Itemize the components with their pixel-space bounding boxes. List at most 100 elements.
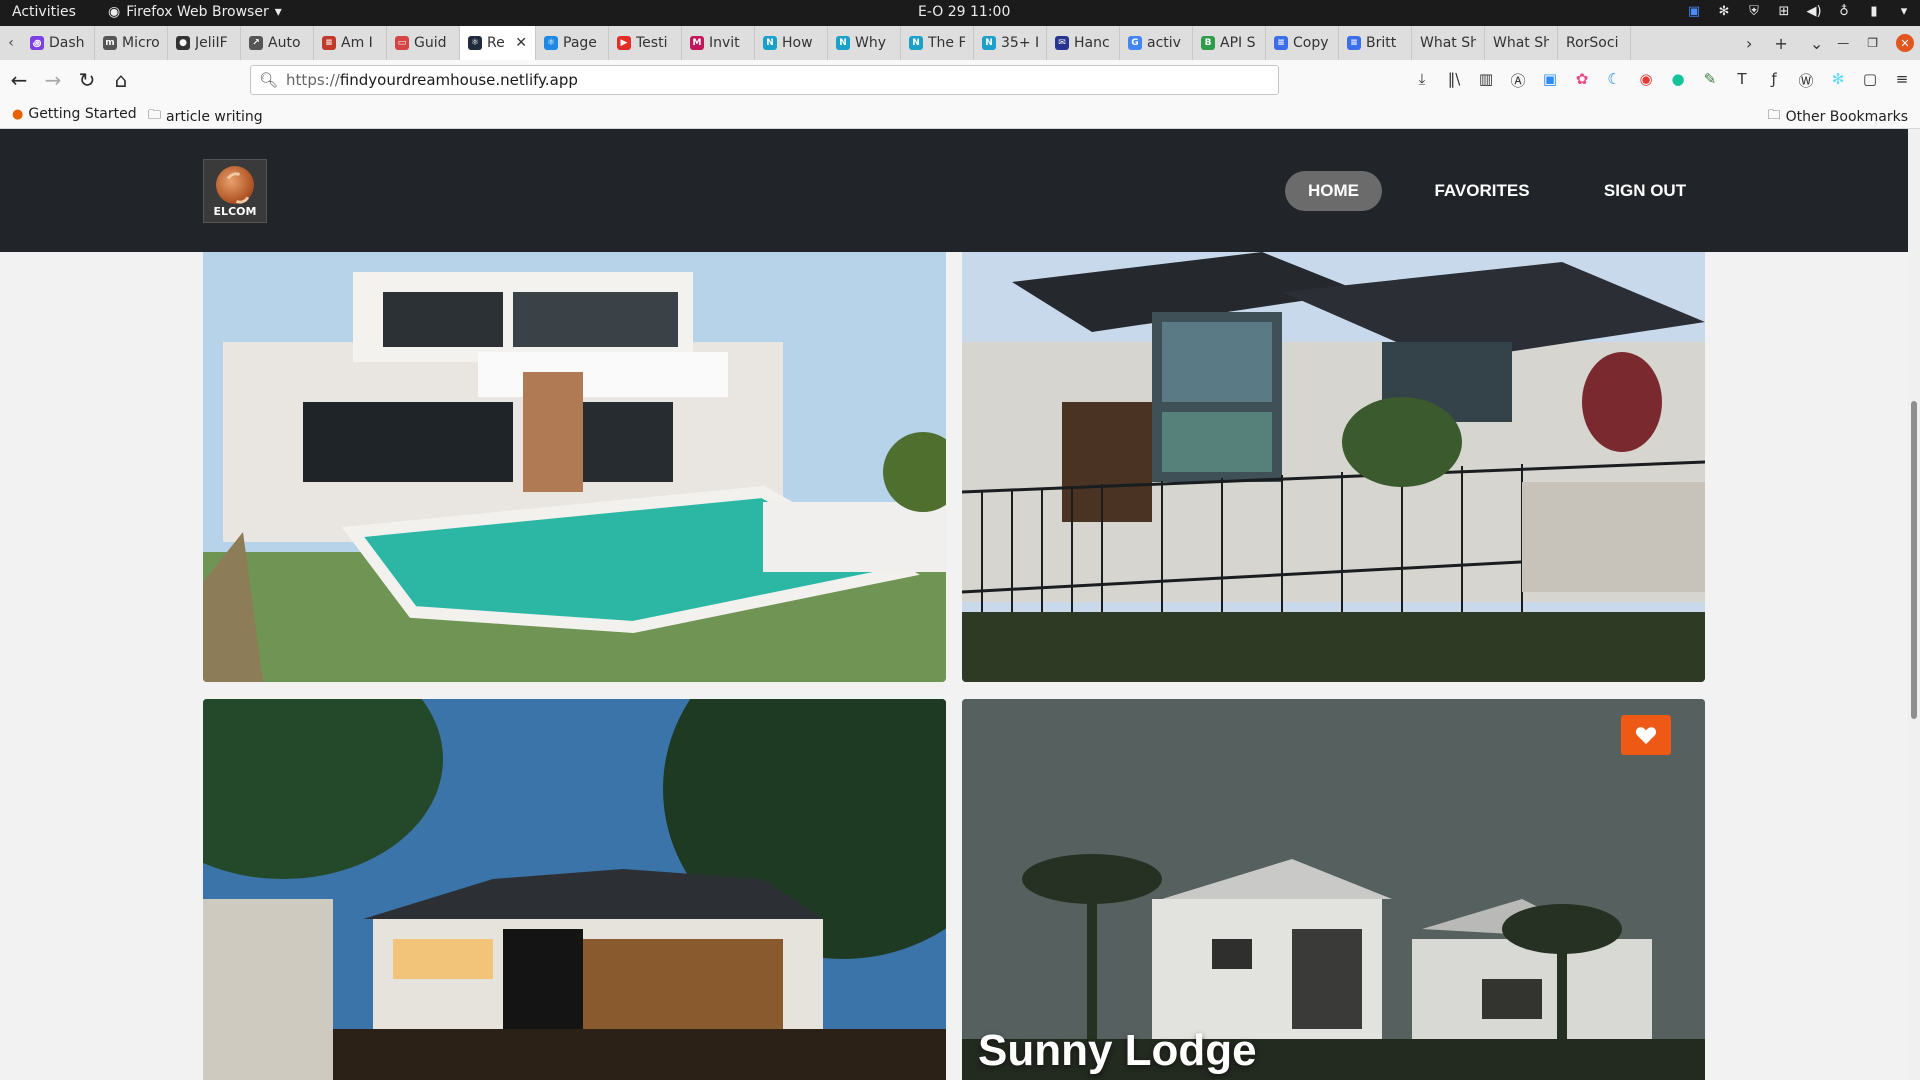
system-clock[interactable]: E-O 29 11:00 xyxy=(918,4,1010,20)
window-close-button[interactable]: ✕ xyxy=(1896,34,1914,52)
browser-tab[interactable]: What Sh xyxy=(1485,26,1558,60)
tab-favicon-icon: ꩜ xyxy=(30,36,44,50)
clipboard-extension-icon[interactable]: ▢ xyxy=(1860,70,1880,91)
zoom-extension-icon[interactable]: ▣ xyxy=(1540,70,1560,91)
tab-title: Invit xyxy=(709,35,740,51)
site-logo[interactable]: ELCOM xyxy=(203,159,267,223)
tab-title: Hanc xyxy=(1074,35,1110,51)
house-card[interactable]: Sunny Lodge xyxy=(962,699,1705,1080)
scrollbar-thumb[interactable] xyxy=(1911,401,1917,719)
tab-favicon-icon: ↗ xyxy=(249,36,263,50)
house-card[interactable] xyxy=(203,252,946,682)
browser-tab[interactable]: N How xyxy=(755,26,828,60)
library-icon[interactable]: ‖\ xyxy=(1444,70,1464,91)
forward-button[interactable]: → xyxy=(38,65,68,95)
wordpress-extension-icon[interactable]: Ⓦ xyxy=(1796,70,1816,91)
bookmark-getting-started[interactable]: ● Getting Started xyxy=(12,106,137,122)
card-title: Sunny Lodge xyxy=(978,1026,1257,1075)
browser-tab[interactable]: ▶ Testi xyxy=(609,26,682,60)
other-bookmarks[interactable]: 🗀 Other Bookmarks xyxy=(1768,106,1908,128)
restore-button[interactable]: ❐ xyxy=(1867,36,1878,50)
formula-extension-icon[interactable]: ƒ xyxy=(1764,70,1784,91)
browser-tab[interactable]: ✉ Hanc xyxy=(1047,26,1120,60)
tab-title: Re xyxy=(487,35,505,51)
back-button[interactable]: ← xyxy=(4,65,34,95)
shield-tray-icon[interactable]: ⛨ xyxy=(1746,4,1762,19)
navigation-toolbar: ← → ↻ ⌂ 🔍︎ https://findyourdreamhouse.ne… xyxy=(0,60,1920,100)
browser-tab[interactable]: ↗ Auto xyxy=(241,26,314,60)
tab-scroll-left-button[interactable]: ‹ xyxy=(0,35,22,51)
tab-favicon-icon: N xyxy=(909,36,923,50)
microphone-icon[interactable]: ♁ xyxy=(1836,4,1852,19)
app-menu[interactable]: ◉ Firefox Web Browser ▾ xyxy=(108,4,282,20)
bookmarks-toolbar: ● Getting Started 🗀 article writing 🗀 Ot… xyxy=(0,100,1920,129)
house-card[interactable] xyxy=(203,699,946,1080)
color-picker-extension-icon[interactable]: ✿ xyxy=(1572,70,1592,91)
download-icon[interactable]: ⤓ xyxy=(1412,70,1432,91)
browser-tab[interactable]: N The F xyxy=(901,26,974,60)
favorite-button[interactable] xyxy=(1621,715,1671,755)
tab-title: Guid xyxy=(414,35,447,51)
menu-icon[interactable]: ≡ xyxy=(1892,70,1912,91)
browser-tab[interactable]: RorSoci xyxy=(1558,26,1631,60)
page-scrollbar[interactable] xyxy=(1908,129,1920,1080)
nav-favorites-link[interactable]: FAVORITES xyxy=(1428,171,1536,211)
browser-tab[interactable]: ≡ Copy xyxy=(1266,26,1339,60)
new-tab-button[interactable]: + xyxy=(1774,34,1787,53)
search-icon: 🔍︎ xyxy=(259,71,279,89)
zoom-tray-icon[interactable]: ▣ xyxy=(1686,4,1702,19)
folder-icon: 🗀 xyxy=(1767,108,1781,123)
extension-c-icon[interactable]: ☾ xyxy=(1604,70,1624,91)
bookmark-article-writing[interactable]: 🗀 article writing xyxy=(148,106,263,128)
system-menu-icon[interactable]: ▾ xyxy=(1896,4,1912,19)
tab-title: Testi xyxy=(636,35,668,51)
tab-favicon-icon: ⚛ xyxy=(544,36,558,50)
heart-icon xyxy=(1635,727,1657,745)
url-bar[interactable]: 🔍︎ https://findyourdreamhouse.netlify.ap… xyxy=(250,65,1279,95)
home-button[interactable]: ⌂ xyxy=(106,65,136,95)
tab-title: Auto xyxy=(268,35,301,51)
house-card[interactable] xyxy=(962,252,1705,682)
browser-tab[interactable]: N Why xyxy=(828,26,901,60)
browser-tab[interactable]: ≡ Am I xyxy=(314,26,387,60)
extension-a-icon[interactable]: Ⓐ xyxy=(1508,70,1528,91)
close-tab-icon[interactable]: ✕ xyxy=(515,35,527,51)
browser-tab[interactable]: M Invit xyxy=(682,26,755,60)
nav-sign-out-link[interactable]: SIGN OUT xyxy=(1600,171,1690,211)
tab-title: activ xyxy=(1147,35,1181,51)
battery-icon[interactable]: ▮ xyxy=(1866,4,1882,19)
url-scheme: https:// xyxy=(286,71,340,89)
browser-tab[interactable]: ⚛ Page xyxy=(536,26,609,60)
tab-list: ꩜ Dash m Micro ● JeliIF ↗ Auto ≡ Am I ▭ Guid ⚛ Re ✕ ⚛ Pa… xyxy=(22,26,1740,60)
browser-tab[interactable]: ≡ Britt xyxy=(1339,26,1412,60)
nav-home-link[interactable]: HOME xyxy=(1285,171,1382,211)
react-tray-icon[interactable]: ✻ xyxy=(1716,4,1732,19)
activities-button[interactable]: Activities xyxy=(12,4,76,20)
list-all-tabs-button[interactable]: ⌄ xyxy=(1810,34,1823,53)
browser-tab[interactable]: ꩜ Dash xyxy=(22,26,95,60)
font-extension-icon[interactable]: T xyxy=(1732,70,1752,91)
sidebar-icon[interactable]: ▥ xyxy=(1476,70,1496,91)
tab-active[interactable]: ⚛ Re ✕ xyxy=(460,26,536,60)
tab-favicon-icon: m xyxy=(103,36,117,50)
minimize-button[interactable]: — xyxy=(1837,36,1849,50)
browser-tab[interactable]: B API S xyxy=(1193,26,1266,60)
browser-tab[interactable]: What Sh xyxy=(1412,26,1485,60)
tab-title: What Sh xyxy=(1420,35,1476,51)
tab-scroll-right-button[interactable]: › xyxy=(1746,34,1752,53)
record-extension-icon[interactable]: ◉ xyxy=(1636,70,1656,91)
tab-favicon-icon: ≡ xyxy=(1347,36,1361,50)
browser-tab[interactable]: N 35+ I xyxy=(974,26,1047,60)
network-icon[interactable]: ⊞ xyxy=(1776,4,1792,19)
dropper-extension-icon[interactable]: ✎ xyxy=(1700,70,1720,91)
system-tray: ▣ ✻ ⛨ ⊞ ◀) ♁ ▮ ▾ xyxy=(1686,4,1912,19)
reload-button[interactable]: ↻ xyxy=(72,65,102,95)
browser-tab[interactable]: Gactiv xyxy=(1120,26,1193,60)
volume-icon[interactable]: ◀) xyxy=(1806,4,1822,19)
browser-tab[interactable]: m Micro xyxy=(95,26,168,60)
browser-tab[interactable]: ▭ Guid xyxy=(387,26,460,60)
grammarly-icon[interactable]: ● xyxy=(1668,70,1688,91)
react-devtools-icon[interactable]: ✻ xyxy=(1828,70,1848,91)
browser-tab[interactable]: ● JeliIF xyxy=(168,26,241,60)
tab-title: RorSoci xyxy=(1566,35,1619,51)
